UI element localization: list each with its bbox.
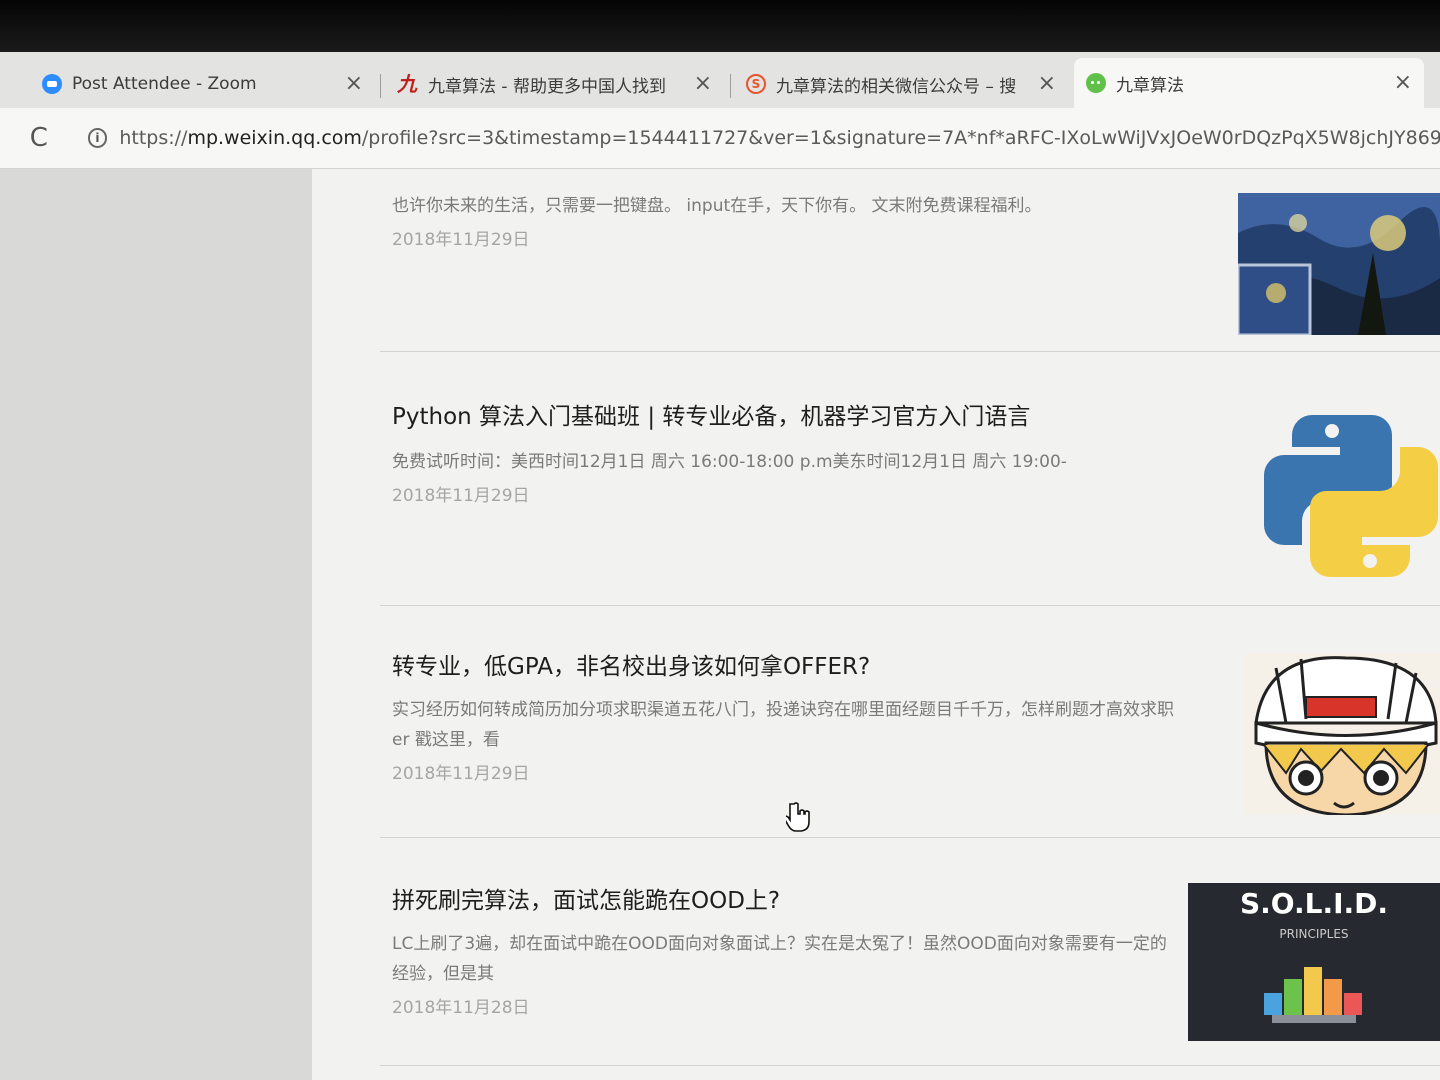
cartoon-boy-thumbnail[interactable]: [1246, 653, 1440, 815]
wechat-icon: [1086, 73, 1106, 93]
tab-wechat-active[interactable]: 九章算法 ×: [1074, 58, 1424, 108]
url-path: /profile?src=3&timestamp=1544411727&ver=…: [361, 127, 1440, 149]
close-icon[interactable]: ×: [345, 73, 363, 95]
tab-label: 九章算法 - 帮助更多中国人找到: [428, 76, 666, 97]
hand-cursor-icon: [786, 802, 810, 832]
divider: [380, 837, 1440, 838]
divider: [380, 605, 1440, 606]
close-icon[interactable]: ×: [694, 73, 712, 95]
tab-strip: Post Attendee - Zoom × 九 九章算法 - 帮助更多中国人找…: [0, 52, 1440, 109]
tab-label: 九章算法的相关微信公众号 – 搜: [776, 76, 1017, 97]
browser-toolbar: C i https://mp.weixin.qq.com/profile?src…: [0, 108, 1440, 169]
python-logo-thumbnail[interactable]: [1262, 407, 1440, 585]
zoom-icon: [42, 74, 62, 94]
sogou-icon: S: [746, 74, 766, 94]
url-host: mp.weixin.qq.com: [187, 127, 362, 149]
tab-jiuzhang[interactable]: 九 九章算法 - 帮助更多中国人找到 ×: [384, 62, 724, 106]
left-sidebar: [0, 169, 312, 1080]
starry-night-thumbnail[interactable]: [1238, 193, 1440, 335]
tab-zoom[interactable]: Post Attendee - Zoom ×: [30, 62, 375, 106]
reload-icon[interactable]: C: [24, 123, 54, 153]
jiuzhang-icon: 九: [397, 72, 417, 96]
divider: [380, 1065, 1440, 1066]
solid-principles-thumbnail[interactable]: S.O.L.I.D. PRINCIPLES: [1188, 883, 1440, 1041]
screen-bezel: [0, 0, 1440, 52]
info-icon[interactable]: i: [87, 128, 108, 148]
tab-label: Post Attendee - Zoom: [72, 74, 257, 94]
close-icon[interactable]: ×: [1038, 73, 1056, 95]
tab-separator: [730, 74, 731, 98]
url-prefix: https://: [119, 127, 188, 149]
article-digest: 也许你未来的生活，只需要一把键盘。 input在手，天下你有。 文末附免费课程福…: [392, 196, 1042, 216]
tab-separator: [380, 74, 381, 98]
divider: [380, 351, 1440, 352]
address-bar[interactable]: https://mp.weixin.qq.com/profile?src=3&t…: [119, 127, 1440, 149]
tab-label: 九章算法: [1116, 75, 1184, 96]
article-list: 也许你未来的生活，只需要一把键盘。 input在手，天下你有。 文末附免费课程福…: [312, 169, 1440, 1080]
article-digest: LC上刷了3遍，却在面试中跪在OOD面向对象面试上？实在是太冤了！虽然OOD面向…: [392, 934, 1167, 984]
tab-sogou[interactable]: S 九章算法的相关微信公众号 – 搜 ×: [734, 62, 1068, 106]
close-icon[interactable]: ×: [1394, 72, 1412, 94]
solid-blocks-graphic: [1264, 967, 1362, 1023]
article-digest: 免费试听时间：美西时间12月1日 周六 16:00-18:00 p.m美东时间1…: [392, 452, 1067, 472]
article-digest: 实习经历如何转成简历加分项求职渠道五花八门，投递诀窍在哪里面经题目千千万，怎样刷…: [392, 700, 1174, 750]
